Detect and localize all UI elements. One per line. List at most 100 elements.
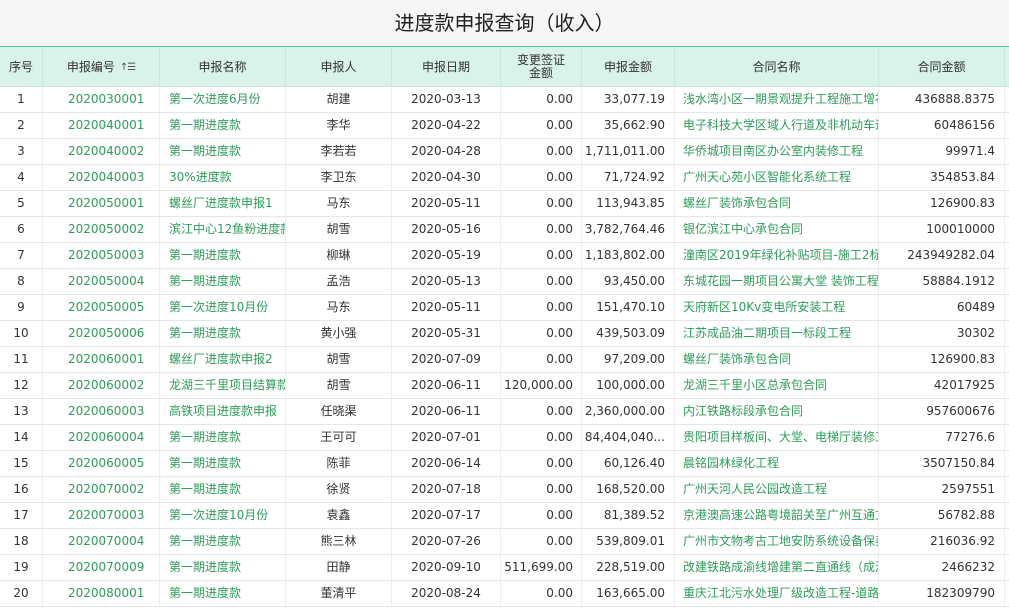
row-code-link[interactable]: 2020050001 — [43, 191, 160, 216]
row-contract-amount: 216036.92 — [879, 529, 1005, 554]
row-name-link[interactable]: 龙湖三千里项目结算款 — [160, 373, 286, 398]
table-row[interactable]: 1 2020030001 第一次进度6月份 胡建 2020-03-13 0.00 33,07… — [0, 87, 1009, 113]
table-row[interactable]: 10 2020050006 第一期进度款 黄小强 2020-05-31 0.00 439,5… — [0, 321, 1009, 347]
row-code-link[interactable]: 2020060004 — [43, 425, 160, 450]
table-row[interactable]: 20 2020080001 第一期进度款 董清平 2020-08-24 0.00 163,6… — [0, 581, 1009, 607]
table-row[interactable]: 11 2020060001 螺丝厂进度款申报2 胡雪 2020-07-09 0.00 97,… — [0, 347, 1009, 373]
sort-ascending-icon[interactable]: ↑☰ — [120, 61, 136, 74]
row-name-link[interactable]: 高铁项目进度款申报 — [160, 399, 286, 424]
row-contract-link[interactable]: 银亿滨江中心承包合同 — [675, 217, 879, 242]
row-contract-link[interactable]: 天府新区10Kv变电所安装工程 — [675, 295, 879, 320]
row-code-link[interactable]: 2020050006 — [43, 321, 160, 346]
row-name-link[interactable]: 第一期进度款 — [160, 425, 286, 450]
row-name-link[interactable]: 30%进度款 — [160, 165, 286, 190]
row-date: 2020-05-19 — [392, 243, 501, 268]
row-code-link[interactable]: 2020060005 — [43, 451, 160, 476]
row-name-link[interactable]: 第一期进度款 — [160, 451, 286, 476]
row-contract-link[interactable]: 晨铭园林绿化工程 — [675, 451, 879, 476]
row-code-link[interactable]: 2020040001 — [43, 113, 160, 138]
row-name-link[interactable]: 第一次进度6月份 — [160, 87, 286, 112]
row-contract-link[interactable]: 螺丝厂装饰承包合同 — [675, 347, 879, 372]
table-row[interactable]: 13 2020060003 高铁项目进度款申报 任晓渠 2020-06-11 0.00 2,… — [0, 399, 1009, 425]
row-code-link[interactable]: 2020040002 — [43, 139, 160, 164]
table-row[interactable]: 14 2020060004 第一期进度款 王可可 2020-07-01 0.00 84,40… — [0, 425, 1009, 451]
row-name-link[interactable]: 第一期进度款 — [160, 113, 286, 138]
table-row[interactable]: 3 2020040002 第一期进度款 李若若 2020-04-28 0.00 1,711,… — [0, 139, 1009, 165]
column-header-amount[interactable]: 申报金额 — [582, 47, 675, 87]
row-name-link[interactable]: 第一期进度款 — [160, 139, 286, 164]
table-row[interactable]: 12 2020060002 龙湖三千里项目结算款 胡雪 2020-06-11 120,00… — [0, 373, 1009, 399]
row-name-link[interactable]: 第一次进度10月份 — [160, 503, 286, 528]
column-header-change-amount[interactable]: 变更签证金额 — [501, 47, 582, 87]
row-name-link[interactable]: 第一次进度10月份 — [160, 295, 286, 320]
row-code-link[interactable]: 2020060003 — [43, 399, 160, 424]
table-row[interactable]: 8 2020050004 第一期进度款 孟浩 2020-05-13 0.00 93,450.… — [0, 269, 1009, 295]
row-code-link[interactable]: 2020050003 — [43, 243, 160, 268]
table-row[interactable]: 18 2020070004 第一期进度款 熊三林 2020-07-26 0.00 539,8… — [0, 529, 1009, 555]
column-header-label: 申报人 — [320, 59, 357, 74]
table-row[interactable]: 15 2020060005 第一期进度款 陈菲 2020-06-14 0.00 60,126… — [0, 451, 1009, 477]
row-code-link[interactable]: 2020050005 — [43, 295, 160, 320]
row-code-link[interactable]: 2020050002 — [43, 217, 160, 242]
row-amount: 93,450.00 — [582, 269, 675, 294]
row-code-link[interactable]: 2020070002 — [43, 477, 160, 502]
row-name-link[interactable]: 螺丝厂进度款申报2 — [160, 347, 286, 372]
row-contract-link[interactable]: 京港澳高速公路粤境韶关至广州互通立交 — [675, 503, 879, 528]
column-header-date[interactable]: 申报日期 — [392, 47, 501, 87]
row-contract-link[interactable]: 螺丝厂装饰承包合同 — [675, 191, 879, 216]
row-contract-link[interactable]: 内江铁路标段承包合同 — [675, 399, 879, 424]
row-contract-link[interactable]: 广州天心苑小区智能化系统工程 — [675, 165, 879, 190]
column-header-label: 申报名称 — [198, 59, 247, 74]
row-name-link[interactable]: 第一期进度款 — [160, 321, 286, 346]
row-code-link[interactable]: 2020070009 — [43, 555, 160, 580]
row-code-link[interactable]: 2020080001 — [43, 581, 160, 606]
row-name-link[interactable]: 螺丝厂进度款申报1 — [160, 191, 286, 216]
row-contract-link[interactable]: 广州市文物考古工地安防系统设备保养 — [675, 529, 879, 554]
column-header-code[interactable]: 申报编号 ↑☰ — [43, 47, 160, 87]
table-row[interactable]: 6 2020050002 滨江中心12鱼粉进度款 胡雪 2020-05-16 0.00 3,… — [0, 217, 1009, 243]
row-code-link[interactable]: 2020060001 — [43, 347, 160, 372]
row-name-link[interactable]: 第一期进度款 — [160, 269, 286, 294]
row-contract-link[interactable]: 重庆江北污水处理厂级改造工程-道路 — [675, 581, 879, 606]
table-row[interactable]: 17 2020070003 第一次进度10月份 袁鑫 2020-07-17 0.00 81,… — [0, 503, 1009, 529]
row-amount: 168,520.00 — [582, 477, 675, 502]
row-code-link[interactable]: 2020050004 — [43, 269, 160, 294]
row-person: 柳琳 — [286, 243, 392, 268]
column-header-contract-amount[interactable]: 合同金额 — [879, 47, 1005, 87]
column-header-contract[interactable]: 合同名称 — [675, 47, 879, 87]
row-code-link[interactable]: 2020060002 — [43, 373, 160, 398]
row-name-link[interactable]: 第一期进度款 — [160, 529, 286, 554]
column-header-person[interactable]: 申报人 — [286, 47, 392, 87]
table-row[interactable]: 4 2020040003 30%进度款 李卫东 2020-04-30 0.00 71,724… — [0, 165, 1009, 191]
table-row[interactable]: 9 2020050005 第一次进度10月份 马东 2020-05-11 0.00 151,… — [0, 295, 1009, 321]
row-name-link[interactable]: 第一期进度款 — [160, 555, 286, 580]
row-name-link[interactable]: 滨江中心12鱼粉进度款 — [160, 217, 286, 242]
row-code-link[interactable]: 2020070003 — [43, 503, 160, 528]
row-contract-link[interactable]: 改建铁路成渝线增建第二直通线（成渝段） — [675, 555, 879, 580]
row-name-link[interactable]: 第一期进度款 — [160, 477, 286, 502]
row-contract-link[interactable]: 龙湖三千里小区总承包合同 — [675, 373, 879, 398]
row-contract-link[interactable]: 江苏成品油二期项目一标段工程 — [675, 321, 879, 346]
table-row[interactable]: 16 2020070002 第一期进度款 徐贤 2020-07-18 0.00 168,52… — [0, 477, 1009, 503]
row-code-link[interactable]: 2020030001 — [43, 87, 160, 112]
column-header-name[interactable]: 申报名称 — [160, 47, 286, 87]
row-person: 陈菲 — [286, 451, 392, 476]
row-name-link[interactable]: 第一期进度款 — [160, 581, 286, 606]
column-header-index[interactable]: 序号 — [0, 47, 43, 87]
row-code-link[interactable]: 2020070004 — [43, 529, 160, 554]
row-scroll-gutter — [1005, 347, 1009, 372]
table-row[interactable]: 7 2020050003 第一期进度款 柳琳 2020-05-19 0.00 1,183,8… — [0, 243, 1009, 269]
row-contract-link[interactable]: 广州天河人民公园改造工程 — [675, 477, 879, 502]
row-code-link[interactable]: 2020040003 — [43, 165, 160, 190]
table-row[interactable]: 2 2020040001 第一期进度款 李华 2020-04-22 0.00 35,662.… — [0, 113, 1009, 139]
row-contract-link[interactable]: 潼南区2019年绿化补贴项目-施工2标段 — [675, 243, 879, 268]
table-row[interactable]: 5 2020050001 螺丝厂进度款申报1 马东 2020-05-11 0.00 113,… — [0, 191, 1009, 217]
row-name-link[interactable]: 第一期进度款 — [160, 243, 286, 268]
row-contract-link[interactable]: 浅水湾小区一期景观提升工程施工增补 — [675, 87, 879, 112]
row-contract-link[interactable]: 华侨城项目南区办公室内装修工程 — [675, 139, 879, 164]
row-contract-link[interactable]: 东城花园一期项目公寓大堂 装饰工程 — [675, 269, 879, 294]
row-change-amount: 0.00 — [501, 191, 582, 216]
table-row[interactable]: 19 2020070009 第一期进度款 田静 2020-09-10 511,699.00… — [0, 555, 1009, 581]
row-contract-link[interactable]: 电子科技大学区域人行道及非机动车道 — [675, 113, 879, 138]
row-contract-link[interactable]: 贵阳项目样板间、大堂、电梯厅装修工程 — [675, 425, 879, 450]
